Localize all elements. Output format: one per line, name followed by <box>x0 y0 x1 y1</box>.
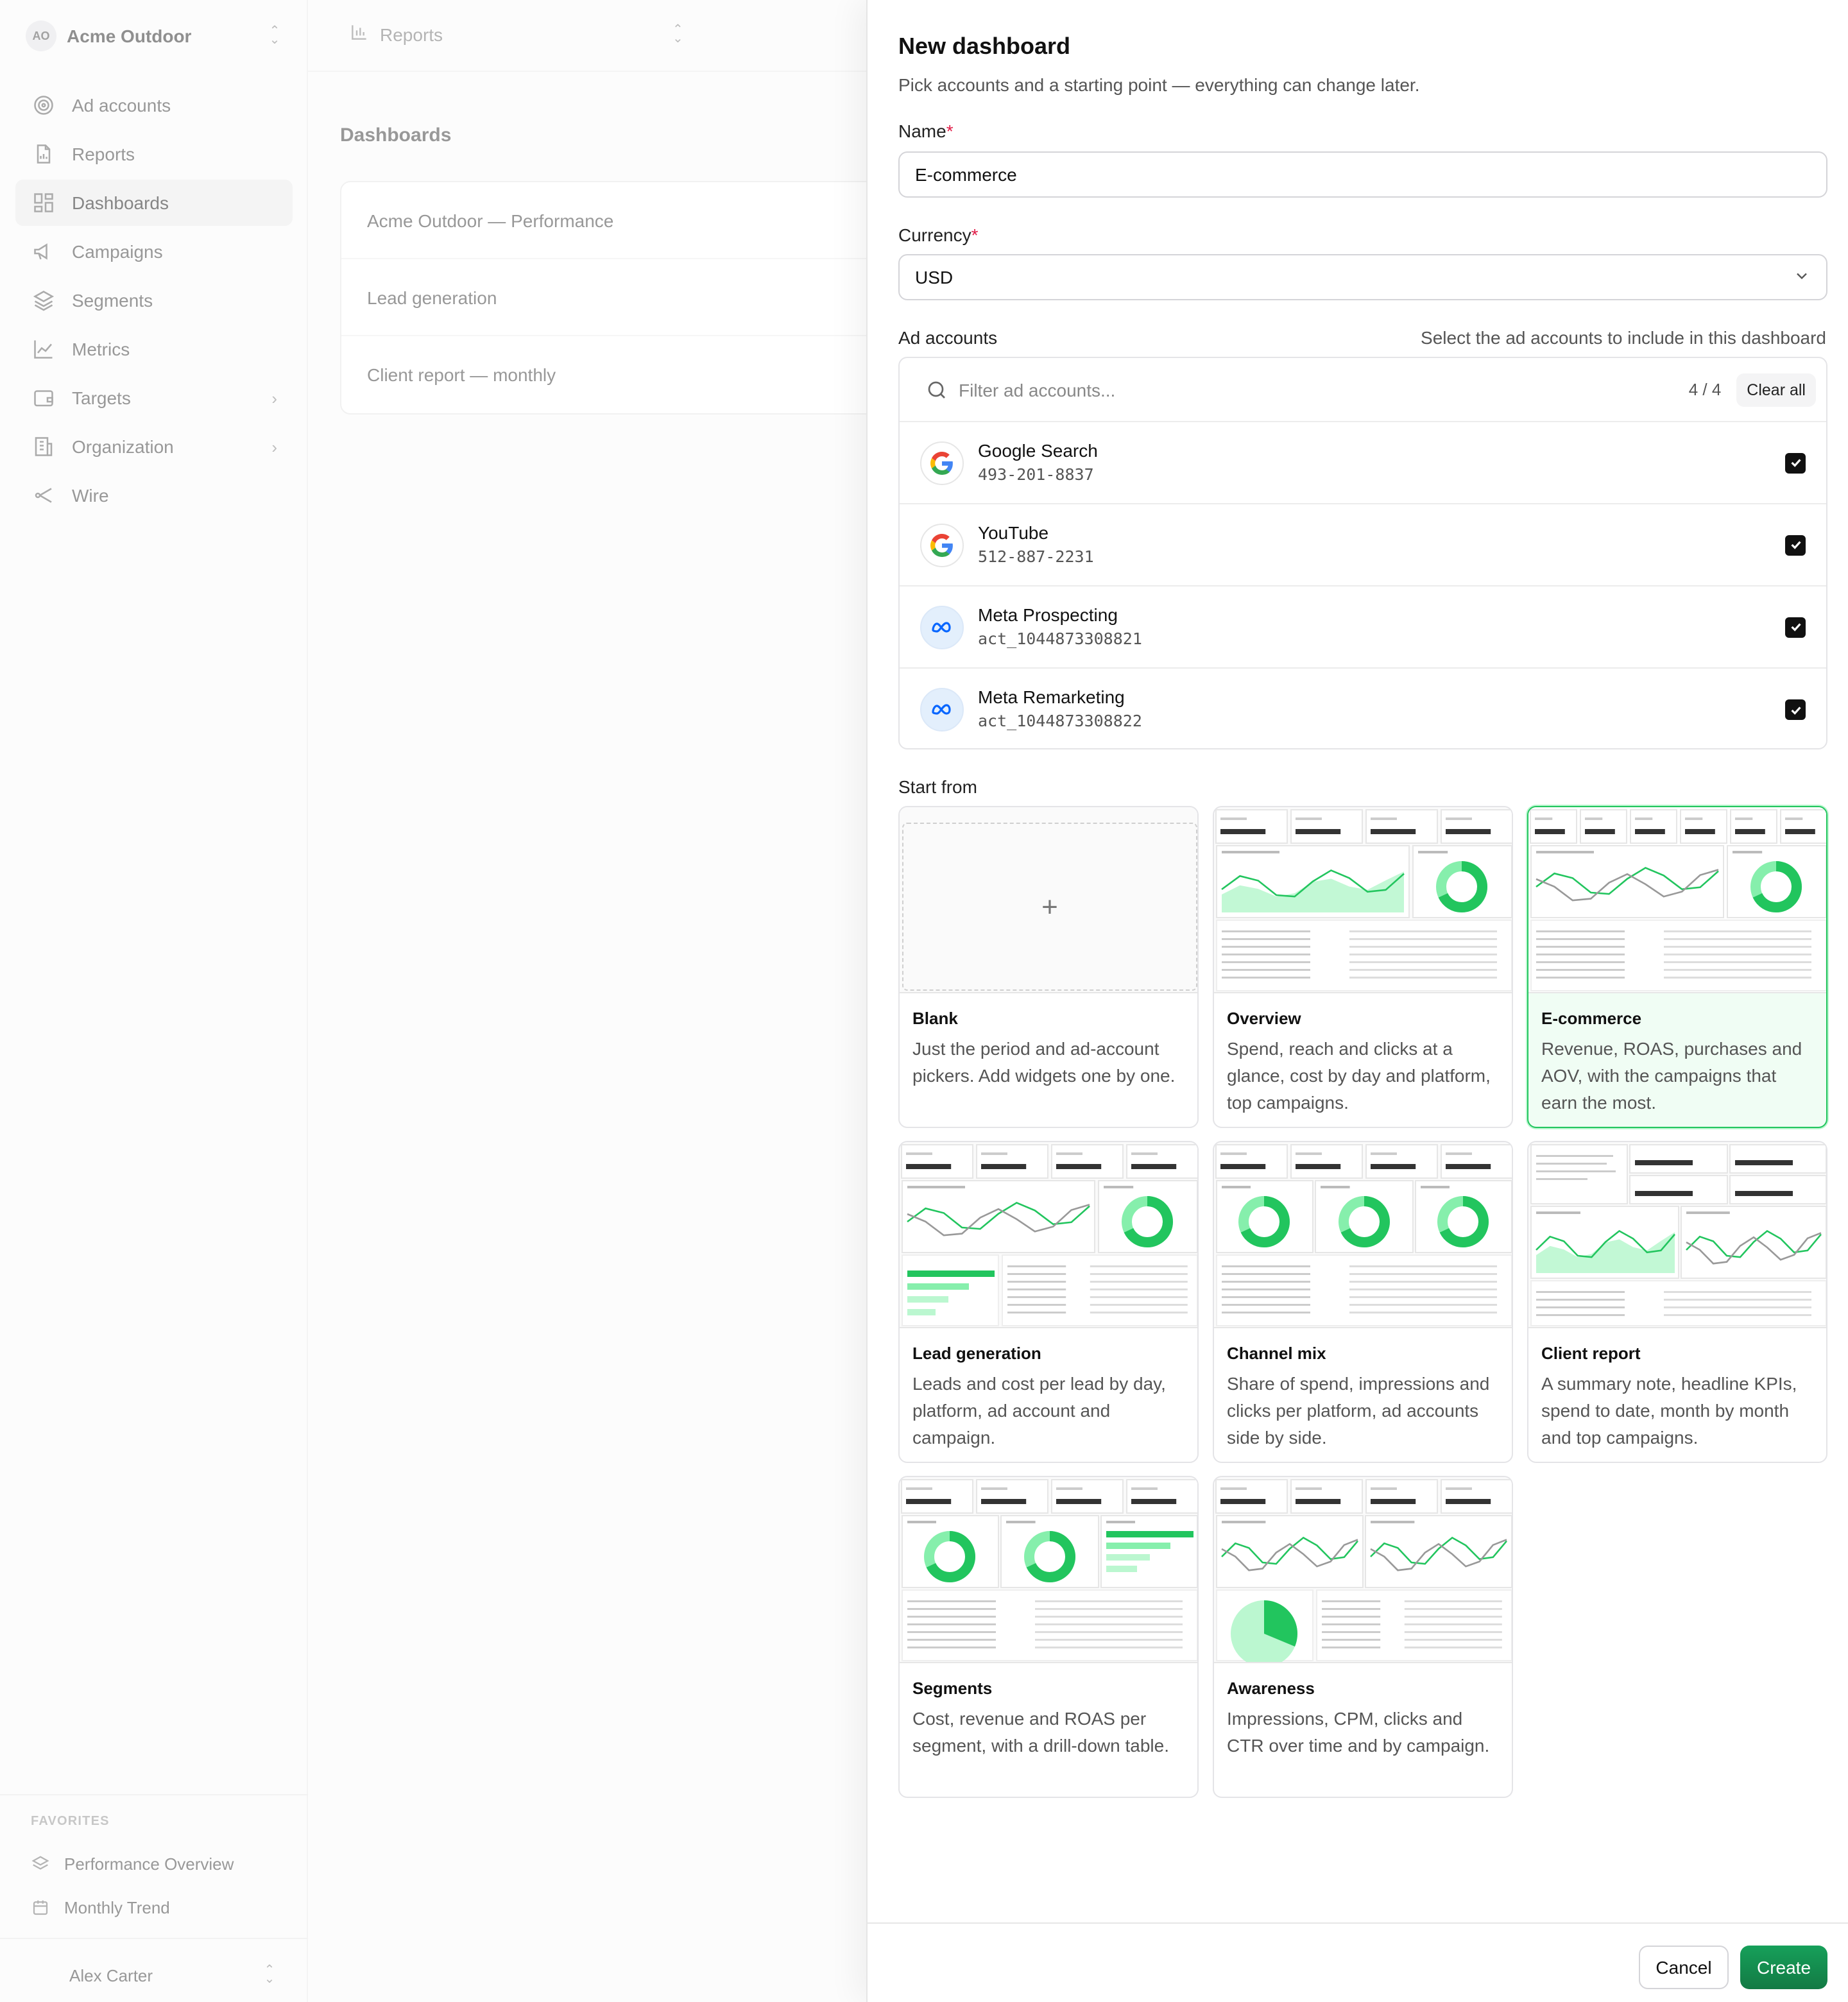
template-card-awareness[interactable]: Awareness Impressions, CPM, clicks and CT… <box>1213 1476 1513 1798</box>
template-name: E-commerce <box>1541 1009 1642 1028</box>
ad-account-name: Google Search <box>978 440 1098 460</box>
ad-account-row[interactable]: YouTube 512-887-2231 <box>900 504 1826 586</box>
template-name: Channel mix <box>1227 1344 1326 1363</box>
sheet-title: New dashboard <box>898 33 1071 59</box>
filter-input[interactable]: Filter ad accounts... <box>959 379 1689 400</box>
required-marker: * <box>946 121 954 141</box>
ad-account-row[interactable]: Meta Prospecting act_1044873308821 <box>900 586 1826 669</box>
checkbox-checked[interactable] <box>1785 452 1806 473</box>
plus-icon: + <box>902 823 1197 991</box>
template-name: Segments <box>912 1679 993 1698</box>
currency-select-value: USD <box>915 267 954 287</box>
ad-account-row[interactable]: Meta Remarketing act_1044873308822 <box>900 669 1826 748</box>
template-preview <box>1214 807 1512 993</box>
template-card-client-report[interactable]: Client report A summary note, headline KP… <box>1527 1141 1827 1463</box>
template-preview <box>1214 1477 1512 1663</box>
new-dashboard-sheet: New dashboard Pick accounts and a starti… <box>866 0 1848 2002</box>
ad-account-name: YouTube <box>978 522 1049 542</box>
sheet-subtitle: Pick accounts and a starting point — eve… <box>898 74 1420 95</box>
ad-account-rows: Google Search 493-201-8837 YouTube 512-887-… <box>900 422 1826 748</box>
template-preview <box>1214 1142 1512 1328</box>
ad-account-text: Google Search 493-201-8837 <box>978 438 1785 487</box>
google-logo-icon <box>920 441 964 484</box>
template-card-blank[interactable]: + Blank Just the period and ad-account pic… <box>898 806 1199 1128</box>
ad-account-text: Meta Prospecting act_1044873308821 <box>978 603 1785 651</box>
google-logo-icon <box>920 523 964 567</box>
template-card-channel-mix[interactable]: Channel mix Share of spend, impressions a… <box>1213 1141 1513 1463</box>
template-name: Lead generation <box>912 1344 1041 1363</box>
ad-account-row[interactable]: Google Search 493-201-8837 <box>900 422 1826 504</box>
template-description: Cost, revenue and ROAS per segment, with… <box>912 1708 1169 1756</box>
clear-all-button[interactable]: Clear all <box>1736 373 1816 406</box>
ad-account-id: 512-887-2231 <box>978 546 1094 565</box>
currency-select[interactable]: USD <box>898 254 1827 300</box>
ad-accounts-list: Filter ad accounts... 4 / 4 Clear all Go… <box>898 357 1827 749</box>
template-name: Overview <box>1227 1009 1301 1028</box>
template-description: Impressions, CPM, clicks and CTR over ti… <box>1227 1708 1490 1756</box>
checkbox-checked[interactable] <box>1785 617 1806 637</box>
template-description: Leads and cost per lead by day, platform… <box>912 1373 1166 1448</box>
template-card-e-commerce[interactable]: E-commerce Revenue, ROAS, purchases and A… <box>1527 806 1827 1128</box>
create-button[interactable]: Create <box>1740 1946 1827 1989</box>
meta-logo-icon <box>920 605 964 649</box>
template-preview <box>1528 807 1826 993</box>
template-name: Client report <box>1541 1344 1641 1363</box>
template-name: Awareness <box>1227 1679 1315 1698</box>
template-description: Spend, reach and clicks at a glance, cos… <box>1227 1038 1491 1113</box>
search-icon <box>925 378 948 401</box>
currency-label-text: Currency <box>898 225 971 245</box>
ad-accounts-filter: Filter ad accounts... 4 / 4 Clear all <box>900 358 1826 422</box>
ad-account-name: Meta Prospecting <box>978 604 1118 624</box>
meta-logo-icon <box>920 688 964 732</box>
cancel-button[interactable]: Cancel <box>1639 1946 1729 1989</box>
ad-account-id: act_1044873308822 <box>978 711 1142 730</box>
template-description: A summary note, headline KPIs, spend to … <box>1541 1373 1797 1448</box>
ad-account-text: YouTube 512-887-2231 <box>978 520 1785 569</box>
template-description: Share of spend, impressions and clicks p… <box>1227 1373 1490 1448</box>
template-preview <box>1528 1142 1826 1328</box>
template-preview <box>900 1477 1197 1663</box>
start-from-label: Start from <box>898 776 977 797</box>
template-description: Revenue, ROAS, purchases and AOV, with t… <box>1541 1038 1802 1113</box>
checkbox-checked[interactable] <box>1785 699 1806 720</box>
ad-accounts-hint: Select the ad accounts to include in thi… <box>1421 327 1826 348</box>
footer-divider <box>868 1922 1848 1924</box>
currency-label: Currency* <box>898 225 979 245</box>
template-description: Just the period and ad-account pickers. … <box>912 1038 1176 1086</box>
chevron-down-icon <box>1793 266 1811 288</box>
ad-account-text: Meta Remarketing act_1044873308822 <box>978 685 1785 734</box>
template-card-segments[interactable]: Segments Cost, revenue and ROAS per segme… <box>898 1476 1199 1798</box>
ad-account-id: act_1044873308821 <box>978 628 1142 647</box>
name-input-value: E-commerce <box>915 164 1017 185</box>
ad-account-name: Meta Remarketing <box>978 687 1125 707</box>
checkbox-checked[interactable] <box>1785 535 1806 555</box>
template-preview <box>900 1142 1197 1328</box>
ad-accounts-label: Ad accounts <box>898 327 998 348</box>
required-marker: * <box>971 225 979 245</box>
template-name: Blank <box>912 1009 958 1028</box>
template-card-overview[interactable]: Overview Spend, reach and clicks at a gla… <box>1213 806 1513 1128</box>
name-label: Name* <box>898 121 954 141</box>
name-label-text: Name <box>898 121 946 141</box>
ad-account-id: 493-201-8837 <box>978 464 1094 483</box>
selected-count: 4 / 4 <box>1688 380 1722 399</box>
template-preview: + <box>900 807 1197 993</box>
name-input[interactable]: E-commerce <box>898 151 1827 198</box>
template-card-lead-generation[interactable]: Lead generation Leads and cost per lead b… <box>898 1141 1199 1463</box>
